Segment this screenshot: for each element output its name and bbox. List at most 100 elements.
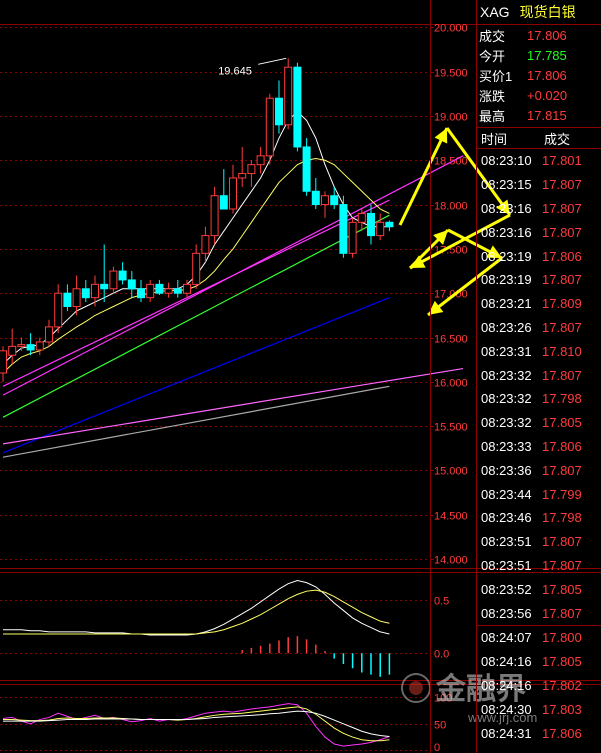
candle-body	[155, 283, 164, 294]
tick-price: 17.809	[542, 296, 582, 312]
tick-time: 08:23:32	[481, 367, 532, 383]
candle-body	[348, 221, 357, 254]
quote-label: 成交	[479, 28, 506, 44]
tick-row[interactable]: 08:24:31 17.806	[477, 721, 601, 745]
tick-row[interactable]: 08:23:16 17.807	[477, 197, 601, 221]
candle-body	[385, 221, 394, 228]
quote-panel: XAG 现货白银 成交 17.806 今开 17.785 买价1 17.806 涨跌 +0.0…	[477, 0, 601, 753]
tick-row[interactable]: 08:24:16 17.802	[477, 674, 601, 698]
candle-body	[8, 345, 17, 356]
tick-row[interactable]: 08:24:07 17.800	[477, 624, 601, 650]
tick-row[interactable]: 08:23:31 17.810	[477, 339, 601, 363]
candle-body	[72, 288, 81, 308]
tick-row[interactable]: 08:23:32 17.807	[477, 363, 601, 387]
peak-leader	[258, 57, 287, 65]
tick-row[interactable]: 08:23:21 17.809	[477, 292, 601, 316]
tick-row[interactable]: 08:23:52 17.805	[477, 577, 601, 601]
candle-body	[229, 177, 237, 210]
tick-time: 08:23:52	[481, 581, 532, 597]
tick-row[interactable]: 08:23:51 17.807	[477, 530, 601, 554]
macd-line	[3, 589, 390, 635]
tick-row[interactable]: 08:23:44 17.799	[477, 482, 601, 506]
tick-row[interactable]: 08:23:56 17.807	[477, 601, 601, 625]
y-tick-label: 0.5	[434, 596, 449, 608]
candle-body	[45, 326, 53, 343]
tick-row[interactable]: 08:24:16 17.805	[477, 650, 601, 674]
candle-body	[63, 292, 72, 308]
tick-row[interactable]: 08:23:10 17.801	[477, 149, 601, 173]
symbol-name: 现货白银	[519, 4, 576, 20]
candle-body	[26, 344, 35, 351]
quote-value: 17.806	[527, 27, 567, 43]
tick-price: 17.799	[542, 486, 582, 502]
tick-time: 08:23:36	[481, 462, 532, 478]
candle-body	[164, 288, 173, 294]
candle-body	[376, 221, 385, 237]
candle-body	[265, 97, 274, 157]
tick-row[interactable]: 08:23:51 17.807	[477, 554, 601, 578]
tick-price: 17.807	[542, 177, 582, 193]
tick-price: 17.806	[542, 725, 582, 741]
tick-row[interactable]: 08:24:30 17.803	[477, 697, 601, 721]
tick-row[interactable]: 08:23:46 17.798	[477, 506, 601, 530]
tick-price: 17.810	[542, 343, 582, 359]
tick-row[interactable]: 08:23:26 17.807	[477, 316, 601, 340]
candle-body	[137, 288, 145, 299]
candle-body	[183, 283, 191, 294]
y-tick-label: 16.000	[434, 378, 468, 390]
candle-body	[146, 283, 155, 299]
y-tick-label: 14.500	[434, 511, 468, 523]
candle-body	[357, 212, 366, 223]
quote-row: 买价1 17.806	[477, 65, 601, 85]
tick-time: 08:24:31	[481, 725, 532, 741]
axis-divider	[430, 0, 431, 753]
tick-price: 17.807	[542, 462, 582, 478]
candle-body	[201, 235, 210, 254]
candle-body	[321, 195, 329, 206]
tick-price: 17.798	[542, 391, 582, 407]
tick-price: 17.807	[542, 557, 582, 573]
candle-body	[367, 212, 375, 237]
tick-price: 17.805	[542, 581, 582, 597]
tick-price: 17.807	[542, 319, 582, 335]
tick-time: 08:23:51	[481, 557, 532, 573]
tick-price: 17.800	[542, 630, 582, 646]
kdj-line	[3, 710, 390, 738]
tick-row[interactable]: 08:23:33 17.806	[477, 435, 601, 459]
quote-label: 今开	[479, 48, 506, 64]
candle-body	[0, 350, 7, 374]
ticks-header: 时间 成交	[477, 127, 601, 149]
quote-value: 17.785	[527, 47, 567, 63]
quote-value: 17.815	[527, 107, 567, 123]
candle-body	[219, 195, 228, 210]
quote-row: 今开 17.785	[477, 45, 601, 65]
tick-row[interactable]: 08:23:32 17.798	[477, 387, 601, 411]
quote-value: 17.806	[527, 67, 567, 83]
tick-list[interactable]: 08:23:10 17.801 08:23:15 17.807 08:23:16 17.8…	[477, 149, 601, 745]
tick-row[interactable]: 08:23:15 17.807	[477, 173, 601, 197]
tick-price: 17.806	[542, 438, 582, 454]
tick-price: 17.807	[542, 534, 582, 550]
y-tick-label: 15.500	[434, 422, 468, 434]
tick-row[interactable]: 08:23:32 17.805	[477, 411, 601, 435]
candle-body	[275, 97, 283, 126]
y-tick-label: 20.000	[434, 23, 468, 35]
tick-price: 17.807	[542, 367, 582, 383]
tick-time: 08:24:16	[481, 677, 532, 693]
tick-price: 17.798	[542, 510, 582, 526]
candle-body	[100, 283, 109, 290]
tick-price: 17.807	[542, 224, 582, 240]
y-tick-label: 0.0	[434, 649, 449, 661]
tick-row[interactable]: 08:23:19 17.807	[477, 268, 601, 292]
tick-time: 08:23:19	[481, 248, 532, 264]
tick-time: 08:23:44	[481, 486, 532, 502]
tick-time: 08:23:31	[481, 343, 532, 359]
tick-row[interactable]: 08:23:36 17.807	[477, 458, 601, 482]
tick-price: 17.802	[542, 677, 582, 693]
tick-row[interactable]: 08:23:19 17.806	[477, 244, 601, 268]
tick-time: 08:23:19	[481, 272, 532, 288]
candle-body	[118, 270, 127, 281]
candle-body	[54, 292, 63, 328]
tick-time: 08:23:21	[481, 296, 532, 312]
tick-row[interactable]: 08:23:16 17.807	[477, 220, 601, 244]
